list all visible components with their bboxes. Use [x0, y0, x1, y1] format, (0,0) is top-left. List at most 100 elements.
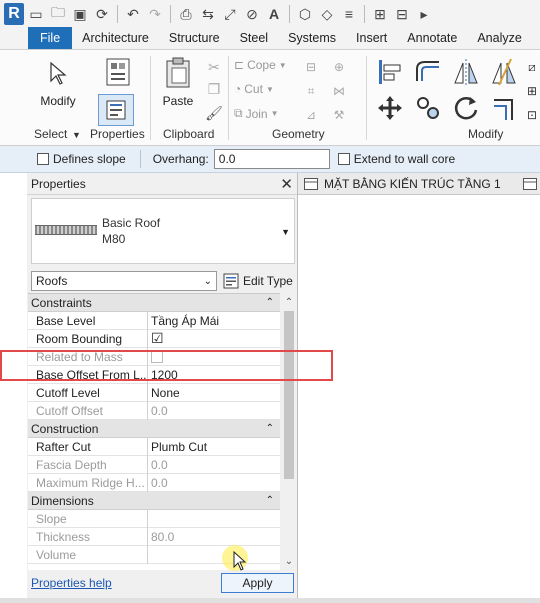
- match-properties-icon[interactable]: 🖌: [205, 104, 223, 122]
- scale-icon[interactable]: ⊡: [524, 106, 540, 124]
- select-panel-label[interactable]: Select: [34, 127, 67, 141]
- print-icon[interactable]: ⎙: [176, 4, 196, 24]
- thin-lines-icon[interactable]: ≡: [339, 4, 359, 24]
- tag-icon[interactable]: ⊘: [242, 4, 262, 24]
- paint-icon[interactable]: ⊕: [330, 58, 348, 76]
- tab-file[interactable]: File: [28, 27, 73, 49]
- tab-architecture[interactable]: Architecture: [72, 27, 159, 49]
- drawing-area[interactable]: [298, 195, 540, 598]
- properties-title: Properties: [31, 176, 86, 191]
- tab-massing[interactable]: Ma: [532, 27, 540, 49]
- properties-help-link[interactable]: Properties help: [31, 576, 112, 590]
- collapse-icon[interactable]: ⌃: [266, 423, 274, 434]
- cut-icon[interactable]: ✂: [205, 58, 223, 76]
- dropdown-arrow-icon[interactable]: ▼: [72, 130, 81, 140]
- property-row[interactable]: Base Level Tầng Áp Mái: [28, 311, 280, 330]
- split-element-icon[interactable]: ⧄: [524, 58, 540, 76]
- measure-icon[interactable]: ⇆: [198, 4, 218, 24]
- section-icon[interactable]: ◇: [317, 4, 337, 24]
- mirror-axis-icon[interactable]: [450, 56, 482, 88]
- open-icon[interactable]: ▭: [26, 4, 46, 24]
- scrollbar-thumb[interactable]: [284, 311, 294, 479]
- 3d-view-icon[interactable]: ⬡: [295, 4, 315, 24]
- property-row: Slope: [28, 509, 280, 528]
- tab-steel[interactable]: Steel: [230, 27, 279, 49]
- array-icon[interactable]: ⊞: [524, 82, 540, 100]
- overhang-input[interactable]: 0.0: [213, 149, 330, 169]
- copy-icon[interactable]: ❐: [205, 80, 223, 98]
- sync-icon[interactable]: ⟳: [92, 4, 112, 24]
- join-label: Join: [245, 106, 268, 121]
- category-filter-select[interactable]: Roofs ⌄: [31, 271, 217, 291]
- cut-geometry-button[interactable]: ◔ Cut ▼: [234, 82, 274, 96]
- rotate-icon[interactable]: [450, 92, 482, 124]
- demolish-icon[interactable]: ⋈: [330, 82, 348, 100]
- paste-button[interactable]: Paste: [158, 56, 198, 108]
- type-properties-icon: [102, 56, 134, 88]
- cope-icon: ⊏: [234, 58, 245, 72]
- property-value[interactable]: Plumb Cut: [148, 440, 207, 454]
- move-icon[interactable]: [374, 92, 406, 124]
- hammer-icon[interactable]: ⚒: [330, 106, 348, 124]
- revit-logo-icon[interactable]: R: [4, 3, 24, 25]
- tab-annotate[interactable]: Annotate: [397, 27, 467, 49]
- collapse-icon[interactable]: ⌃: [266, 297, 274, 308]
- property-value[interactable]: Tầng Áp Mái: [148, 314, 219, 328]
- beam-icon[interactable]: ⊿: [302, 106, 320, 124]
- property-value: 0.0: [151, 403, 168, 418]
- dimension-icon[interactable]: ⤢: [220, 4, 240, 24]
- folder-icon[interactable]: 🗀: [48, 4, 68, 24]
- switch-windows-icon[interactable]: ⊟: [392, 4, 412, 24]
- group-constraints[interactable]: Constraints ⌃: [28, 294, 280, 312]
- undo-icon[interactable]: ↶: [123, 4, 143, 24]
- view-tab[interactable]: MẶT BẰNG KIẾN TRÚC TẦNG 1: [298, 173, 501, 195]
- group-construction[interactable]: Construction ⌃: [28, 420, 280, 438]
- trim-extend-icon[interactable]: [488, 92, 520, 124]
- paste-label: Paste: [162, 94, 194, 108]
- room-bounding-checkbox[interactable]: ☑: [148, 330, 164, 347]
- properties-toggle-button[interactable]: [98, 94, 134, 126]
- text-icon[interactable]: A: [264, 4, 284, 24]
- floor-plan-icon[interactable]: [522, 177, 537, 190]
- modify-button[interactable]: Modify: [36, 58, 80, 108]
- defines-slope-checkbox[interactable]: [37, 153, 49, 165]
- wall-joins-icon[interactable]: ⌗: [302, 82, 320, 100]
- property-row[interactable]: Room Bounding ☑: [28, 329, 280, 348]
- scroll-up-icon[interactable]: ⌃: [281, 295, 297, 309]
- collapse-icon[interactable]: ⌃: [266, 495, 274, 506]
- tab-systems[interactable]: Systems: [278, 27, 346, 49]
- cope-button[interactable]: ⊏ Cope ▼: [234, 58, 287, 72]
- edit-type-button[interactable]: Edit Type: [223, 273, 293, 289]
- more-icon[interactable]: ▸: [414, 4, 434, 24]
- align-icon[interactable]: [374, 56, 406, 88]
- type-properties-button[interactable]: [98, 56, 138, 88]
- join-button[interactable]: ⧉ Join ▼: [234, 106, 279, 121]
- scroll-down-icon[interactable]: ⌄: [281, 554, 297, 568]
- ribbon-tabs: File Architecture Structure Steel System…: [0, 27, 540, 50]
- property-key: Cutoff Offset: [28, 401, 148, 420]
- close-hidden-icon[interactable]: ⊞: [370, 4, 390, 24]
- property-value[interactable]: None: [148, 386, 180, 400]
- split-face-icon[interactable]: ⊟: [302, 58, 320, 76]
- mirror-draw-icon[interactable]: [488, 56, 520, 88]
- type-selector[interactable]: Basic Roof M80 ▼: [31, 198, 295, 264]
- property-key: Maximum Ridge H...: [28, 473, 148, 492]
- extend-to-wall-core-label: Extend to wall core: [353, 152, 456, 166]
- property-row[interactable]: Cutoff Level None: [28, 383, 280, 402]
- copy-element-icon[interactable]: [412, 92, 444, 124]
- offset-icon[interactable]: [412, 56, 444, 88]
- tab-analyze[interactable]: Analyze: [467, 27, 531, 49]
- property-row[interactable]: Rafter Cut Plumb Cut: [28, 437, 280, 456]
- group-dimensions[interactable]: Dimensions ⌃: [28, 492, 280, 510]
- properties-scrollbar[interactable]: ⌃ ⌄: [281, 293, 297, 570]
- redo-icon[interactable]: ↷: [145, 4, 165, 24]
- tab-insert[interactable]: Insert: [346, 27, 397, 49]
- extend-to-wall-core-checkbox[interactable]: [337, 153, 350, 165]
- properties-palette: Properties ✕ Basic Roof M80 ▼ Roofs ⌄ Ed…: [27, 173, 298, 603]
- close-icon[interactable]: ✕: [280, 175, 293, 193]
- category-row: Roofs ⌄ Edit Type: [27, 269, 298, 293]
- type-selector-dropdown-icon[interactable]: ▼: [281, 227, 290, 237]
- save-icon[interactable]: ▣: [70, 4, 90, 24]
- apply-button[interactable]: Apply: [221, 573, 294, 593]
- tab-structure[interactable]: Structure: [159, 27, 230, 49]
